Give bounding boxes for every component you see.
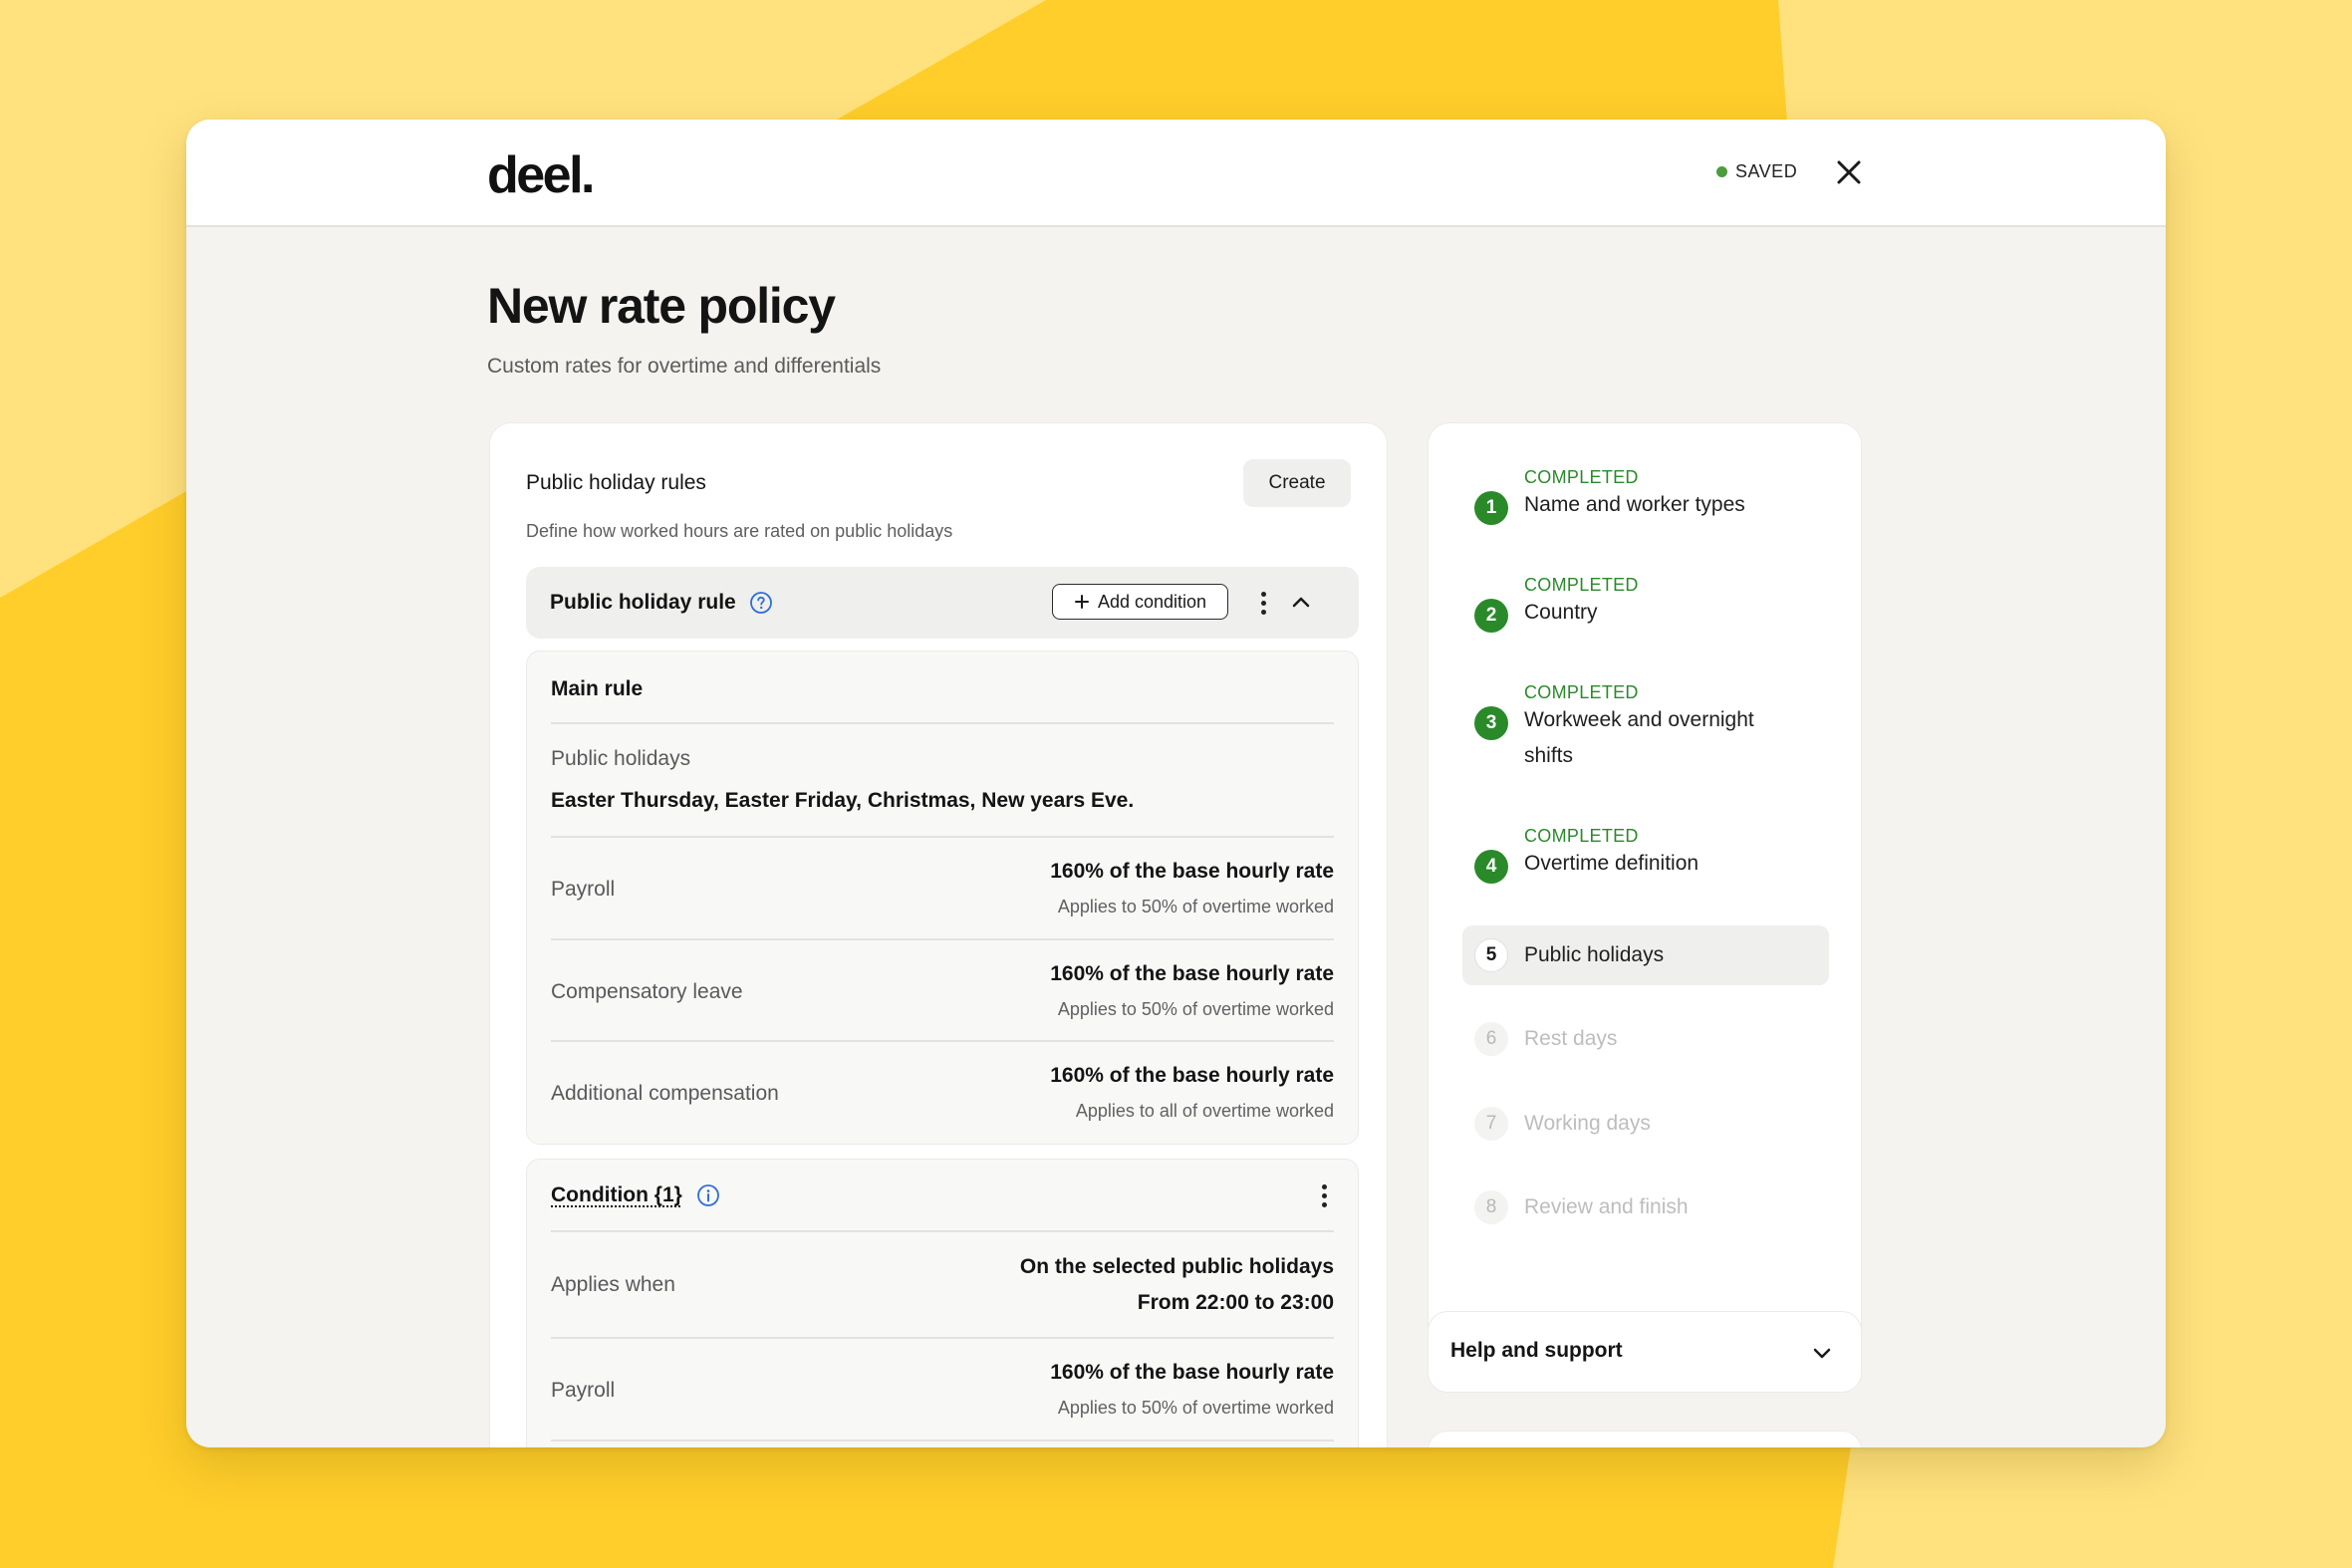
public-holidays-label: Public holidays xyxy=(551,747,691,770)
additional-compensation-note: Applies to all of overtime worked xyxy=(1075,1101,1334,1121)
condition-payroll-note: Applies to 50% of overtime worked xyxy=(1057,1398,1334,1418)
payroll-note: Applies to 50% of overtime worked xyxy=(1057,897,1334,916)
step-public-holidays[interactable]: 5 Public holidays xyxy=(1462,925,1829,985)
close-button[interactable] xyxy=(1832,155,1866,189)
condition-payroll-label: Payroll xyxy=(551,1379,616,1402)
divider xyxy=(551,836,1334,838)
condition-title[interactable]: Condition {1} xyxy=(551,1183,682,1207)
add-condition-label: Add condition xyxy=(1097,591,1207,612)
step-label: Name and worker types xyxy=(1524,493,1745,516)
additional-compensation-value: 160% of the base hourly rate xyxy=(1050,1064,1334,1087)
help-and-support-label: Help and support xyxy=(1450,1339,1623,1362)
payroll-label: Payroll xyxy=(551,878,616,901)
step-rest-days[interactable]: 6 Rest days xyxy=(1462,1009,1829,1069)
next-card-peek xyxy=(1428,1431,1862,1447)
step-label: Public holidays xyxy=(1524,943,1665,966)
step-status: COMPLETED xyxy=(1524,682,1639,702)
section-title: Public holiday rules xyxy=(526,471,706,494)
step-status: COMPLETED xyxy=(1524,575,1639,595)
step-label: Working days xyxy=(1524,1112,1651,1135)
divider xyxy=(551,1439,1334,1441)
progress-stepper: 1 COMPLETED Name and worker types 2 COMP… xyxy=(1428,422,1862,1393)
step-workweek-and-overnight-shifts[interactable]: 3 COMPLETED Workweek and overnight shift… xyxy=(1462,682,1829,782)
chevron-down-icon[interactable] xyxy=(1809,1340,1835,1366)
page-title: New rate policy xyxy=(487,278,836,334)
saved-label: SAVED xyxy=(1735,161,1798,181)
step-working-days[interactable]: 7 Working days xyxy=(1462,1094,1829,1154)
divider xyxy=(551,1230,1334,1232)
step-country[interactable]: 2 COMPLETED Country xyxy=(1462,575,1829,639)
step-number: 6 xyxy=(1474,1022,1508,1056)
step-number: 3 xyxy=(1474,706,1508,740)
page-subtitle: Custom rates for overtime and differenti… xyxy=(487,355,882,378)
section-description: Define how worked hours are rated on pub… xyxy=(526,521,953,541)
compensatory-leave-value: 160% of the base hourly rate xyxy=(1050,962,1334,985)
step-label: Workweek and overnight xyxy=(1524,708,1754,731)
condition-block: Condition {1} Applies when On the select… xyxy=(526,1159,1359,1447)
step-label: Rest days xyxy=(1524,1027,1618,1050)
step-number: 2 xyxy=(1474,599,1508,633)
step-name-and-worker-types[interactable]: 1 COMPLETED Name and worker types xyxy=(1462,467,1829,531)
app-window: deel. SAVED New rate policy Custom rates… xyxy=(186,120,2166,1447)
info-circle-icon[interactable] xyxy=(696,1183,720,1207)
step-label: Country xyxy=(1524,601,1598,624)
add-condition-button[interactable]: Add condition xyxy=(1052,584,1228,620)
rule-header[interactable]: Public holiday rule Add condition xyxy=(526,567,1359,639)
condition-payroll-value: 160% of the base hourly rate xyxy=(1050,1361,1334,1384)
step-label: Overtime definition xyxy=(1524,852,1699,875)
step-status: COMPLETED xyxy=(1524,467,1639,487)
step-label: Review and finish xyxy=(1524,1195,1689,1218)
additional-compensation-label: Additional compensation xyxy=(551,1082,779,1105)
top-bar: deel. SAVED xyxy=(186,120,2166,227)
applies-when-value-2: From 22:00 to 23:00 xyxy=(1137,1291,1334,1314)
step-number: 8 xyxy=(1474,1190,1508,1224)
step-number: 5 xyxy=(1474,938,1508,972)
step-status: COMPLETED xyxy=(1524,826,1639,846)
divider xyxy=(551,1040,1334,1042)
step-number: 7 xyxy=(1474,1107,1508,1141)
deel-logo[interactable]: deel. xyxy=(487,145,596,205)
divider xyxy=(551,938,1334,940)
rule-more-menu-icon[interactable] xyxy=(1251,585,1275,621)
rule-title: Public holiday rule xyxy=(550,591,736,614)
plus-icon xyxy=(1074,595,1089,609)
applies-when-value-1: On the selected public holidays xyxy=(1019,1255,1334,1278)
rules-card: Public holiday rules Create Define how w… xyxy=(489,422,1388,1447)
step-number: 4 xyxy=(1474,850,1508,884)
save-status: SAVED xyxy=(1716,161,1797,182)
public-holidays-value: Easter Thursday, Easter Friday, Christma… xyxy=(551,789,1135,812)
applies-when-label: Applies when xyxy=(551,1273,675,1296)
close-icon xyxy=(1837,160,1861,184)
payroll-value: 160% of the base hourly rate xyxy=(1050,860,1334,883)
create-button[interactable]: Create xyxy=(1243,459,1351,507)
compensatory-leave-label: Compensatory leave xyxy=(551,980,743,1003)
main-rule-title: Main rule xyxy=(551,677,644,700)
question-circle-icon[interactable] xyxy=(749,591,773,615)
divider xyxy=(551,722,1334,724)
saved-dot-icon xyxy=(1716,166,1727,177)
step-overtime-definition[interactable]: 4 COMPLETED Overtime definition xyxy=(1462,826,1829,890)
step-number: 1 xyxy=(1474,491,1508,525)
main-rule-block: Main rule Public holidays Easter Thursda… xyxy=(526,651,1359,1145)
chevron-up-icon[interactable] xyxy=(1287,589,1315,617)
divider xyxy=(551,1337,1334,1339)
step-review-and-finish[interactable]: 8 Review and finish xyxy=(1462,1177,1829,1237)
condition-more-menu-icon[interactable] xyxy=(1312,1177,1336,1213)
help-and-support-panel[interactable]: Help and support xyxy=(1428,1311,1862,1393)
compensatory-leave-note: Applies to 50% of overtime worked xyxy=(1057,999,1334,1019)
step-label-line-2: shifts xyxy=(1524,744,1574,767)
